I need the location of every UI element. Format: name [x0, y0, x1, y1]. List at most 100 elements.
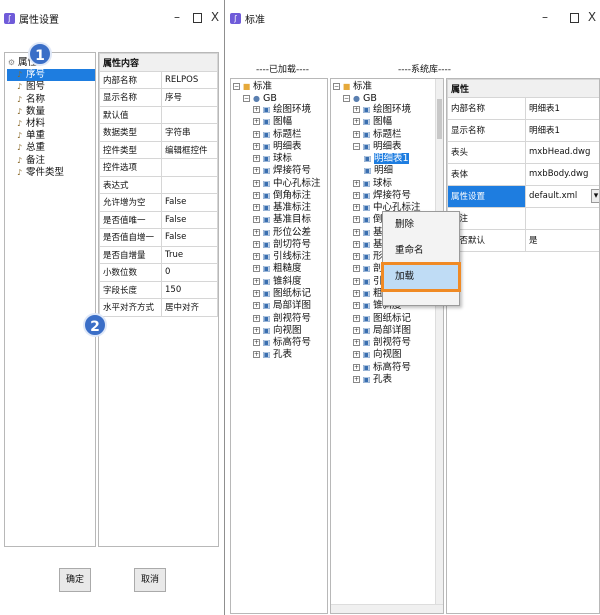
- vertical-scrollbar[interactable]: [435, 79, 443, 613]
- property-grid[interactable]: 属性 内部名称 明细表1 显示名称 明细表1 表头 mxbHead.dwg 表体 mxbBod…: [446, 78, 600, 614]
- property-value-dropdown[interactable]: default.xml ▾: [524, 184, 599, 208]
- tree-item[interactable]: +▣剖切符号: [233, 239, 327, 251]
- tree-root-item[interactable]: − ■ 标准: [333, 81, 443, 93]
- expand-icon[interactable]: +: [253, 204, 260, 212]
- property-value[interactable]: RELPOS: [161, 70, 218, 89]
- expand-icon[interactable]: +: [353, 106, 360, 113]
- property-value[interactable]: 0: [161, 263, 218, 282]
- collapse-icon[interactable]: −: [233, 83, 240, 90]
- collapse-icon[interactable]: −: [353, 142, 360, 150]
- minimize-button[interactable]: –: [538, 10, 552, 24]
- property-row[interactable]: 水平对齐方式 居中对齐: [99, 298, 218, 317]
- expand-icon[interactable]: +: [353, 326, 360, 334]
- tree-item[interactable]: + ▣ 标高符号: [333, 362, 443, 374]
- property-row[interactable]: 内部名称 RELPOS: [99, 70, 218, 89]
- expand-icon[interactable]: +: [353, 289, 360, 297]
- expand-icon[interactable]: +: [253, 155, 260, 163]
- expand-icon[interactable]: +: [253, 302, 260, 310]
- expand-icon[interactable]: +: [353, 240, 360, 248]
- tree-item[interactable]: + ▣ 孔表: [233, 349, 327, 361]
- attribute-tree[interactable]: ⚙ 属性 ♪ 序号 ♪ 图号 ♪ 名称 ♪ 数量 ♪ 材料 ♪ 单重 ♪ 总重 ♪ 备注 ♪ 零件类型: [4, 52, 96, 547]
- tree-item[interactable]: + ▣ 明细表: [233, 141, 327, 153]
- tree-item[interactable]: + ▣ 图纸标记: [233, 288, 327, 300]
- tree-item[interactable]: +▣倒角标注: [233, 190, 327, 202]
- close-button[interactable]: X: [585, 10, 599, 24]
- tree-item[interactable]: ▣ 明细表1: [333, 153, 443, 165]
- property-value[interactable]: 字符串: [161, 123, 218, 142]
- collapse-icon[interactable]: −: [333, 83, 340, 90]
- tree-item[interactable]: + ▣ 向视图: [333, 349, 443, 361]
- expand-icon[interactable]: +: [353, 277, 360, 285]
- expand-icon[interactable]: +: [353, 302, 360, 310]
- tree-item[interactable]: +▣形位公差: [233, 227, 327, 239]
- expand-icon[interactable]: +: [253, 351, 260, 359]
- expand-icon[interactable]: +: [353, 228, 360, 236]
- tree-item[interactable]: + ▣ 图纸标记: [333, 313, 443, 325]
- ok-button[interactable]: 确定: [59, 568, 91, 592]
- tree-root-item[interactable]: ⚙ 属性: [7, 57, 95, 69]
- horizontal-scrollbar[interactable]: [331, 604, 443, 613]
- property-row[interactable]: 数据类型 字符串: [99, 123, 218, 142]
- tree-item[interactable]: +▣基准目标: [233, 214, 327, 226]
- property-row[interactable]: 表头 mxbHead.dwg: [447, 140, 599, 164]
- minimize-button[interactable]: –: [170, 10, 184, 24]
- expand-icon[interactable]: +: [253, 277, 260, 285]
- property-row[interactable]: 允许增为空 False: [99, 193, 218, 212]
- expand-icon[interactable]: +: [353, 339, 360, 347]
- property-row[interactable]: 属性设置 default.xml ▾: [447, 184, 599, 208]
- expand-icon[interactable]: +: [253, 167, 260, 175]
- property-value[interactable]: [161, 175, 218, 194]
- property-value[interactable]: 150: [161, 280, 218, 299]
- expand-icon[interactable]: +: [353, 351, 360, 359]
- tree-item[interactable]: + ▣ 标高符号: [233, 337, 327, 349]
- tree-item[interactable]: + ▣ 剖视符号: [233, 313, 327, 325]
- tree-item[interactable]: + ▣ 标题栏: [233, 129, 327, 141]
- expand-icon[interactable]: +: [353, 314, 360, 322]
- expand-icon[interactable]: +: [253, 216, 260, 224]
- expand-icon[interactable]: +: [253, 240, 260, 248]
- expand-icon[interactable]: +: [353, 253, 360, 261]
- tree-item[interactable]: + ▣ 孔表: [333, 374, 443, 386]
- expand-icon[interactable]: +: [253, 118, 260, 126]
- tree-item[interactable]: + ▣ 绘图环境: [233, 104, 327, 116]
- property-row[interactable]: 是否默认是: [447, 228, 599, 252]
- tree-item-gb[interactable]: − ● GB: [233, 93, 327, 105]
- scrollbar-thumb[interactable]: [437, 99, 442, 139]
- property-value[interactable]: mxbHead.dwg: [524, 140, 599, 164]
- menu-load[interactable]: 加载: [381, 262, 461, 292]
- tree-item[interactable]: + ▣ 向视图: [233, 325, 327, 337]
- property-row[interactable]: 显示名称 明细表1: [447, 118, 599, 142]
- tree-item[interactable]: +▣锥斜度: [233, 276, 327, 288]
- property-value[interactable]: [524, 206, 599, 230]
- tree-item[interactable]: + ▣ 球标: [333, 178, 443, 190]
- tree-item[interactable]: + ▣ 局部详图: [233, 300, 327, 312]
- tree-item[interactable]: + ▣ 焊接符号: [233, 165, 327, 177]
- tree-item[interactable]: ♪ 名称: [7, 94, 95, 106]
- expand-icon[interactable]: +: [253, 265, 260, 273]
- property-value[interactable]: False: [161, 228, 218, 247]
- tree-item[interactable]: + ▣ 球标: [233, 153, 327, 165]
- property-value[interactable]: [161, 158, 218, 177]
- property-value[interactable]: False: [161, 210, 218, 229]
- tree-item[interactable]: ♪ 数量: [7, 106, 95, 118]
- tree-item[interactable]: ♪ 序号: [7, 69, 95, 82]
- property-value[interactable]: 是: [524, 228, 599, 252]
- maximize-button[interactable]: [567, 10, 581, 24]
- expand-icon[interactable]: +: [253, 289, 260, 297]
- property-value[interactable]: 明细表1: [524, 96, 599, 120]
- expand-icon[interactable]: +: [253, 142, 260, 150]
- maximize-button[interactable]: [190, 10, 204, 24]
- expand-icon[interactable]: +: [353, 118, 360, 126]
- expand-icon[interactable]: +: [253, 339, 260, 347]
- expand-icon[interactable]: +: [253, 314, 260, 322]
- property-value[interactable]: False: [161, 193, 218, 212]
- tree-item[interactable]: ♪ 总重: [7, 142, 95, 154]
- property-value[interactable]: 编辑框控件: [161, 140, 218, 159]
- expand-icon[interactable]: +: [253, 191, 260, 199]
- expand-icon[interactable]: +: [353, 375, 360, 383]
- expand-icon[interactable]: +: [353, 191, 360, 199]
- property-row[interactable]: 表达式: [99, 175, 218, 194]
- tree-item[interactable]: ♪ 材料: [7, 118, 95, 130]
- tree-item[interactable]: + ▣ 局部详图: [333, 325, 443, 337]
- property-value[interactable]: [161, 105, 218, 124]
